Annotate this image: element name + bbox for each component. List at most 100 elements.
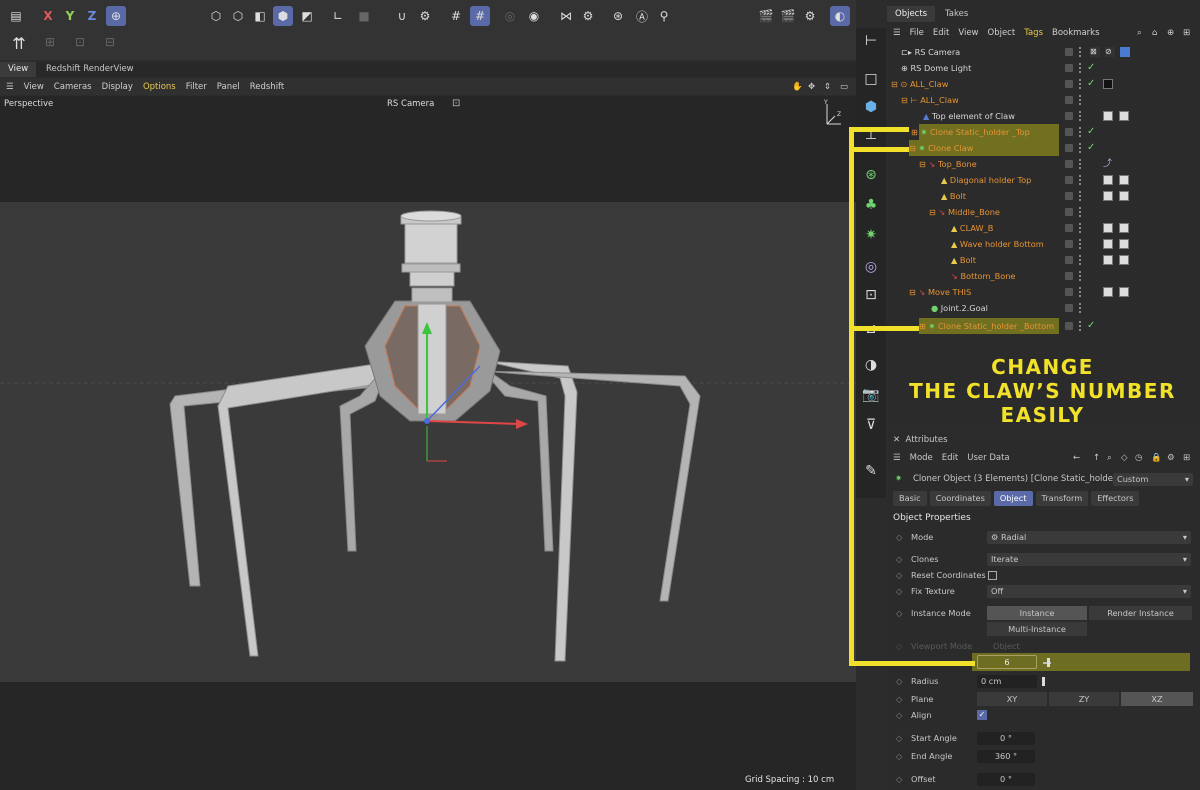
edit-icon[interactable]: ✎ bbox=[860, 460, 882, 482]
tweak-mode-icon[interactable]: ■ bbox=[354, 6, 374, 26]
object-row-highlighted[interactable]: ⊟ ✷ Clone Claw bbox=[909, 140, 1059, 156]
mograph-icon[interactable]: ♣ bbox=[860, 194, 882, 216]
object-row[interactable]: ▲ Top element of Claw bbox=[887, 108, 1200, 124]
model-mode-icon[interactable]: ⬢ bbox=[273, 6, 293, 26]
object-row[interactable]: ▲ CLAW_B bbox=[887, 220, 1200, 236]
menu-tags[interactable]: Tags bbox=[1024, 28, 1043, 38]
object-row[interactable]: ⊏▸ RS Camera ⊠ ⊘ bbox=[887, 44, 1200, 60]
claw-model[interactable] bbox=[0, 96, 856, 790]
tab-transform[interactable]: Transform bbox=[1035, 491, 1089, 506]
menu-user-data[interactable]: User Data bbox=[967, 453, 1009, 463]
search-icon[interactable]: ⌕ bbox=[1137, 28, 1142, 38]
menu-edit[interactable]: Edit bbox=[933, 28, 949, 38]
redshift-icon[interactable]: ◐ bbox=[830, 6, 850, 26]
back-arrow-icon[interactable]: ← bbox=[1073, 453, 1080, 463]
object-row-highlighted[interactable]: ⊞ ✷ Clone Static_holder _Bottom bbox=[919, 318, 1059, 334]
snap-icon[interactable]: ∪ bbox=[392, 6, 412, 26]
tab-takes[interactable]: Takes bbox=[937, 6, 976, 22]
object-row[interactable]: ↘ Bottom_Bone bbox=[887, 268, 1200, 284]
add-generator-icon[interactable]: ⊞ bbox=[40, 32, 60, 52]
history-icon[interactable]: ◷ bbox=[1135, 453, 1142, 463]
effector-icon[interactable]: ✷ bbox=[860, 224, 882, 246]
mode-dropdown[interactable]: ⚙ Radial ▾ bbox=[987, 531, 1191, 544]
lock-icon[interactable]: ◎ bbox=[500, 6, 520, 26]
menu-redshift[interactable]: Redshift bbox=[250, 82, 285, 92]
count-field[interactable]: 6 bbox=[977, 655, 1037, 669]
hamburger-icon[interactable]: ☰ bbox=[893, 28, 901, 38]
axis-mode-icon[interactable]: ∟ bbox=[328, 6, 348, 26]
add-field-icon[interactable]: ⊟ bbox=[100, 32, 120, 52]
clones-dropdown[interactable]: Iterate ▾ bbox=[987, 553, 1191, 566]
count-slider[interactable] bbox=[1047, 658, 1050, 667]
move-view-icon[interactable]: ✥ bbox=[808, 82, 815, 92]
menu-bookmarks[interactable]: Bookmarks bbox=[1052, 28, 1100, 38]
new-window-icon[interactable]: ⊞ bbox=[1183, 453, 1190, 463]
object-row[interactable]: ⊟ ↘ Move THIS bbox=[887, 284, 1200, 300]
reset-coordinates-checkbox[interactable] bbox=[988, 571, 997, 580]
bookmark-icon[interactable]: ◇ bbox=[1121, 453, 1128, 463]
align-checkbox[interactable]: ✓ bbox=[977, 710, 987, 720]
menu-filter[interactable]: Filter bbox=[186, 82, 207, 92]
object-row[interactable]: ⊟ ⊢ ALL_Claw bbox=[887, 92, 1200, 108]
menu-icon[interactable]: ▤ bbox=[6, 6, 26, 26]
menu-object[interactable]: Object bbox=[988, 28, 1016, 38]
new-window-icon[interactable]: ⊞ bbox=[1183, 28, 1190, 38]
axis-y-button[interactable]: Y bbox=[60, 6, 80, 26]
render-picture-icon[interactable]: 🎬 bbox=[778, 6, 798, 26]
radius-slider[interactable] bbox=[1042, 677, 1045, 686]
search-icon[interactable]: ⌕ bbox=[1107, 453, 1112, 463]
symmetry-icon[interactable]: ⋈ bbox=[556, 6, 576, 26]
magnet-icon[interactable]: ⚲ bbox=[654, 6, 674, 26]
grid-icon[interactable]: # bbox=[446, 6, 466, 26]
offset-field[interactable]: 0 ° bbox=[977, 773, 1035, 786]
plane-xy-button[interactable]: XY bbox=[977, 692, 1047, 706]
object-row[interactable]: ▲ Diagonal holder Top bbox=[887, 172, 1200, 188]
animate-icon[interactable]: Ⓐ bbox=[632, 6, 652, 26]
viewport[interactable]: Perspective RS Camera ⊡ Grid Spacing : 1… bbox=[0, 96, 856, 790]
lock-icon[interactable]: 🔒 bbox=[1151, 453, 1162, 463]
viewport-solo-icon[interactable]: ⊛ bbox=[608, 6, 628, 26]
workplane-icon[interactable]: # bbox=[470, 6, 490, 26]
menu-panel[interactable]: Panel bbox=[217, 82, 240, 92]
primitive-cube-icon[interactable]: ⬢ bbox=[860, 96, 882, 118]
filter-icon[interactable]: ⊕ bbox=[1167, 28, 1174, 38]
zoom-view-icon[interactable]: ⇕ bbox=[824, 82, 831, 92]
pan-icon[interactable]: ✋ bbox=[792, 82, 803, 92]
axis-z-button[interactable]: Z bbox=[82, 6, 102, 26]
new-object-icon[interactable]: ⇈ bbox=[8, 32, 30, 54]
edges-mode-icon[interactable]: ⬡ bbox=[228, 6, 248, 26]
hamburger-icon[interactable]: ☰ bbox=[893, 453, 901, 463]
cloner-icon[interactable]: ⊛ bbox=[860, 164, 882, 186]
tab-view[interactable]: View bbox=[0, 62, 37, 77]
primitive-cube-outline-icon[interactable]: □ bbox=[860, 68, 882, 90]
menu-mode[interactable]: Mode bbox=[910, 453, 933, 463]
preset-dropdown[interactable]: Custom ▾ bbox=[1113, 473, 1193, 486]
maximize-view-icon[interactable]: ▭ bbox=[840, 82, 848, 92]
add-deformer-icon[interactable]: ⊡ bbox=[70, 32, 90, 52]
tab-object[interactable]: Object bbox=[993, 491, 1033, 506]
menu-options[interactable]: Options bbox=[143, 82, 176, 92]
instance-button[interactable]: Instance bbox=[987, 606, 1087, 620]
object-row[interactable]: ⊟ ↘ Middle_Bone bbox=[887, 204, 1200, 220]
deformer-icon[interactable]: ◎ bbox=[860, 256, 882, 278]
object-row[interactable]: ▲ Wave holder Bottom bbox=[887, 236, 1200, 252]
render-instance-button[interactable]: Render Instance bbox=[1089, 606, 1192, 620]
field-icon[interactable]: ⊡ bbox=[860, 284, 882, 306]
close-icon[interactable]: ✕ bbox=[893, 435, 900, 445]
home-icon[interactable]: ⌂ bbox=[1152, 28, 1157, 38]
object-row[interactable]: ● Joint.2.Goal bbox=[887, 300, 1200, 316]
render-settings-icon[interactable]: ⚙ bbox=[800, 6, 820, 26]
camera-icon[interactable]: 📷 bbox=[860, 384, 882, 406]
up-arrow-icon[interactable]: ↑ bbox=[1093, 453, 1100, 463]
tab-basic[interactable]: Basic bbox=[893, 491, 927, 506]
texture-mode-icon[interactable]: ◩ bbox=[297, 6, 317, 26]
start-angle-field[interactable]: 0 ° bbox=[977, 732, 1035, 745]
tab-redshift-renderview[interactable]: Redshift RenderView bbox=[38, 62, 142, 77]
object-row[interactable]: ⊕ RS Dome Light ✓ bbox=[887, 60, 1200, 76]
solo-icon[interactable]: ◉ bbox=[524, 6, 544, 26]
floor-icon[interactable]: ⊽ bbox=[860, 414, 882, 436]
object-row-highlighted[interactable]: ⊞ ✷ Clone Static_holder _Top bbox=[911, 124, 1059, 140]
snap-settings-icon[interactable]: ⚙ bbox=[415, 6, 435, 26]
object-row[interactable]: ▲ Bolt bbox=[887, 252, 1200, 268]
points-mode-icon[interactable]: ⬡ bbox=[206, 6, 226, 26]
